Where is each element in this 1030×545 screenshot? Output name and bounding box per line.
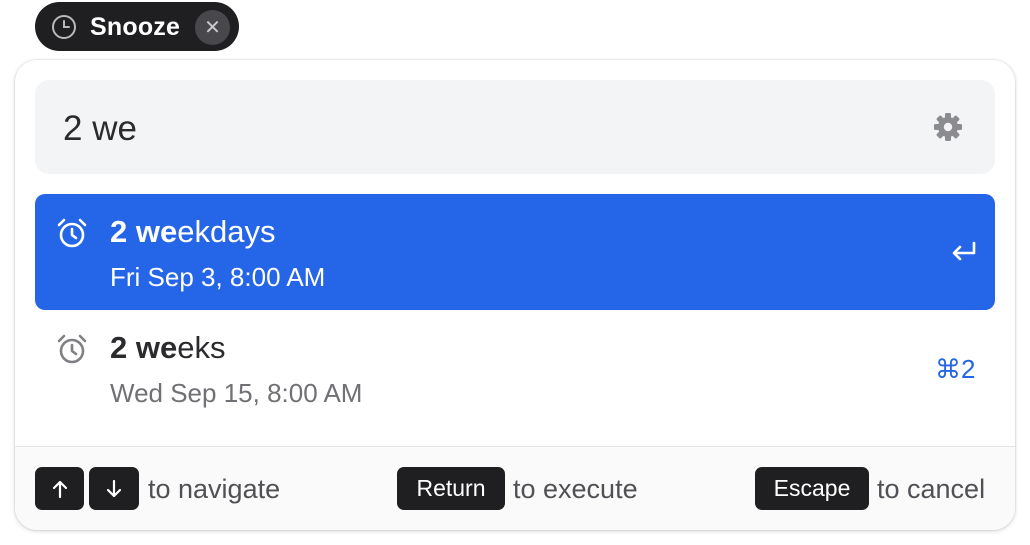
escape-key: Escape <box>755 467 869 510</box>
navigate-hint: to navigate <box>148 474 281 504</box>
arrow-up-icon <box>52 480 67 498</box>
keyboard-shortcut: ⌘2 <box>935 354 976 384</box>
result-title: 2 weekdays <box>110 214 275 250</box>
arrow-down-key <box>89 467 139 510</box>
arrow-down-icon <box>106 479 122 497</box>
return-key-icon <box>952 241 976 261</box>
snooze-chip-label: Snooze <box>90 13 181 41</box>
search-field[interactable]: 2 we <box>35 80 995 174</box>
clock-icon <box>52 15 76 39</box>
close-icon[interactable]: ✕ <box>195 10 230 45</box>
result-title-match: 2 we <box>110 330 178 365</box>
snooze-chip[interactable]: Snooze ✕ <box>35 2 239 51</box>
alarm-clock-icon <box>57 334 87 364</box>
arrow-up-key <box>35 467 84 510</box>
result-item-2-weeks[interactable]: 2 weeks Wed Sep 15, 8:00 AM ⌘2 <box>35 310 995 426</box>
cancel-hint: to cancel <box>877 474 986 504</box>
footer-hints: to navigate Return to execute Escape to … <box>15 446 1015 530</box>
search-input[interactable]: 2 we <box>63 109 137 149</box>
result-title-match: 2 we <box>110 214 178 249</box>
gear-icon[interactable] <box>932 111 964 143</box>
return-key: Return <box>397 467 505 510</box>
alarm-clock-icon <box>57 218 87 248</box>
result-item-2-weekdays[interactable]: 2 weekdays Fri Sep 3, 8:00 AM <box>35 194 995 310</box>
result-subtitle: Fri Sep 3, 8:00 AM <box>110 262 326 292</box>
result-subtitle: Wed Sep 15, 8:00 AM <box>110 378 363 408</box>
result-title-rest: ekdays <box>177 214 276 249</box>
result-title-rest: eks <box>177 330 226 365</box>
execute-hint: to execute <box>513 474 638 504</box>
result-title: 2 weeks <box>110 330 225 366</box>
snooze-panel: 2 we 2 weekdays Fri Sep 3, 8:00 AM 2 wee… <box>15 60 1015 530</box>
